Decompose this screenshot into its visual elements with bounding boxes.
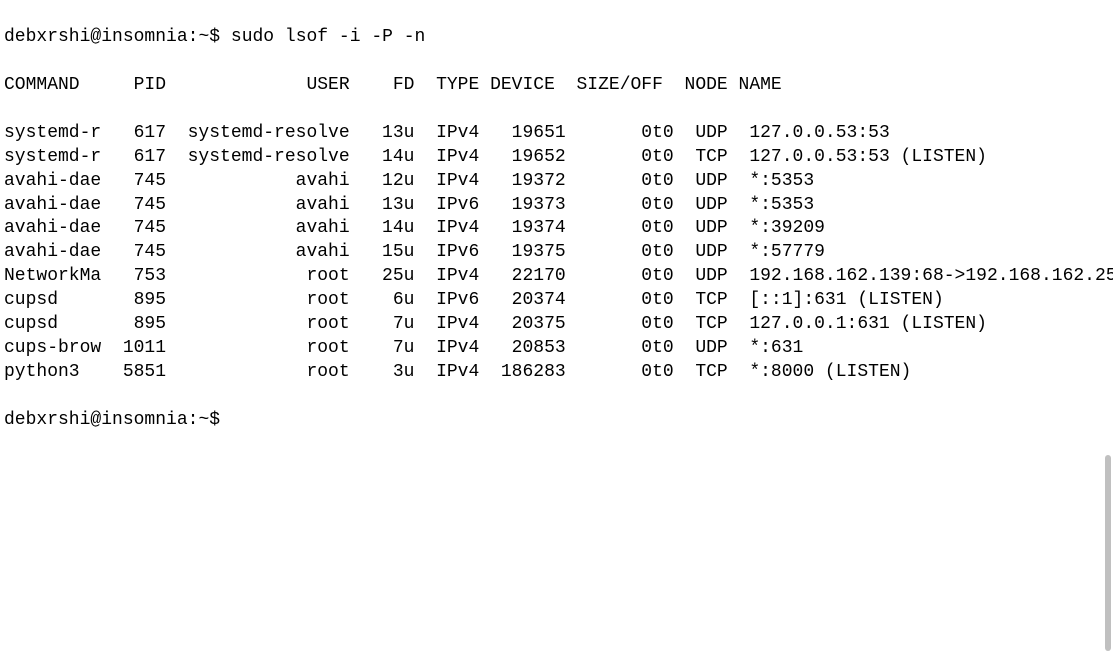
prompt-symbol: $ [209, 27, 220, 47]
prompt-userhost: debxrshi@insomnia [4, 27, 188, 47]
terminal-output[interactable]: debxrshi@insomnia:~$ sudo lsof -i -P -n … [4, 2, 1109, 457]
prompt-symbol: $ [209, 410, 220, 430]
prompt-path: ~ [198, 27, 209, 47]
lsof-header: COMMAND PID USER FD TYPE DEVICE SIZE/OFF… [4, 74, 1109, 98]
prompt-userhost: debxrshi@insomnia [4, 410, 188, 430]
scrollbar-thumb[interactable] [1105, 455, 1111, 651]
prompt-path: ~ [198, 410, 209, 430]
command-text: sudo lsof -i -P -n [231, 27, 425, 47]
lsof-rows: systemd-r 617 systemd-resolve 13u IPv4 1… [4, 122, 1109, 385]
prompt-line-2: debxrshi@insomnia:~$ [4, 409, 1109, 433]
prompt-line-1: debxrshi@insomnia:~$ sudo lsof -i -P -n [4, 26, 1109, 50]
